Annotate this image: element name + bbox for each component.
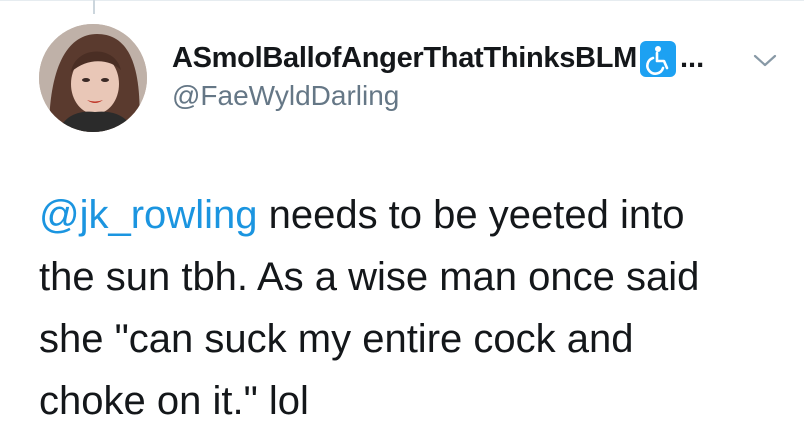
tweet-line-1: @jk_rowling needs to be yeeted into (39, 184, 789, 246)
chevron-down-icon[interactable] (752, 50, 778, 70)
tweet-line-2: the sun tbh. As a wise man once said (39, 255, 700, 299)
author-name-row[interactable]: ASmolBallofAngerThatThinksBLM ... (172, 38, 704, 78)
accessibility-icon (639, 41, 676, 77)
avatar[interactable] (39, 24, 147, 132)
tweet-line-4: choke on it." lol (39, 379, 309, 423)
tweet-line-1-text: needs to be yeeted into (257, 193, 685, 237)
author-handle[interactable]: @FaeWyldDarling (172, 80, 399, 112)
thread-connector-line (93, 0, 95, 14)
mention-link[interactable]: @jk_rowling (39, 193, 257, 237)
author-display-name[interactable]: ASmolBallofAngerThatThinksBLM (172, 42, 637, 75)
tweet-text: @jk_rowling needs to be yeeted into the … (39, 184, 789, 432)
top-divider (0, 0, 804, 1)
name-truncation: ... (679, 41, 705, 74)
avatar-photo-icon (39, 24, 147, 132)
tweet-line-3: she "can suck my entire cock and (39, 317, 634, 361)
